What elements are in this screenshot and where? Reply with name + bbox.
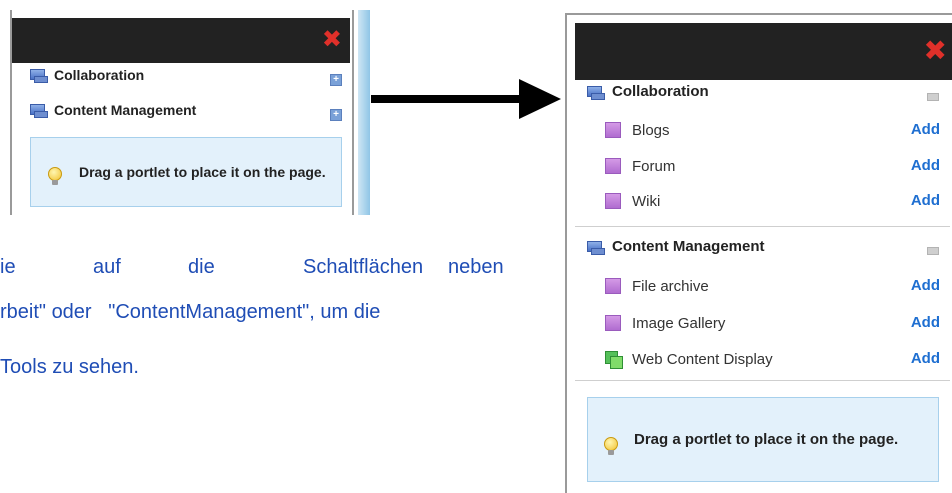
drag-hint-box: Drag a portlet to place it on the page. [587, 397, 939, 482]
paragraph-line-2: rbeit" oder "ContentManagement", um die [0, 301, 381, 323]
word: die [188, 256, 215, 278]
portlet-icon [605, 158, 621, 174]
category-collaboration[interactable]: Collaboration [30, 67, 144, 83]
portlet-label: Forum [632, 157, 676, 175]
category-collaboration[interactable]: Collaboration [587, 83, 709, 100]
portlet-icon [605, 122, 621, 138]
lightbulb-icon [48, 167, 62, 187]
section-divider [575, 226, 950, 227]
add-link[interactable]: Add [911, 121, 940, 138]
category-icon [30, 104, 48, 118]
word: ie [0, 256, 16, 278]
expand-icon[interactable]: + [330, 109, 342, 121]
portlet-icon [605, 278, 621, 294]
arrow-right-icon [371, 79, 561, 119]
category-label: Collaboration [612, 83, 709, 100]
section-divider [575, 380, 950, 381]
drag-hint-text: Drag a portlet to place it on the page. [634, 431, 899, 448]
collapse-icon[interactable] [927, 247, 939, 255]
add-link[interactable]: Add [911, 157, 940, 174]
portlet-item-forum: Forum Add [605, 154, 940, 178]
category-label: Content Management [54, 102, 197, 118]
add-link[interactable]: Add [911, 350, 940, 367]
add-link[interactable]: Add [911, 314, 940, 331]
word: Schaltflächen [303, 256, 424, 278]
category-content-management[interactable]: Content Management [30, 102, 196, 118]
expand-icon[interactable]: + [330, 74, 342, 86]
word: auf [93, 256, 121, 278]
portlet-item-wiki: Wiki Add [605, 189, 940, 213]
category-icon [30, 69, 48, 83]
small-add-panel: ✖ Collaboration + Content Management + D… [10, 10, 370, 215]
portlet-item-image-gallery: Image Gallery Add [605, 311, 940, 335]
portlet-label: Wiki [632, 192, 661, 210]
paragraph-line-1: ie auf die Schaltflächen neben [0, 255, 520, 423]
word: neben [448, 256, 504, 278]
add-link[interactable]: Add [911, 277, 940, 294]
lightbulb-icon [604, 436, 618, 457]
category-label: Collaboration [54, 67, 145, 83]
category-icon [587, 85, 605, 100]
portlet-item-web-content-display: Web Content Display Add [605, 347, 940, 371]
small-panel-titlebar: ✖ [12, 18, 350, 63]
portlet-label: Web Content Display [632, 350, 773, 368]
close-icon[interactable]: ✖ [322, 27, 342, 51]
portlet-icon [605, 315, 621, 331]
category-content-management[interactable]: Content Management [587, 238, 765, 255]
category-label: Content Management [612, 238, 765, 255]
portlet-label: Image Gallery [632, 314, 726, 332]
web-content-icon [605, 351, 623, 369]
paragraph-line-3: Tools zu sehen. [0, 356, 139, 378]
add-link[interactable]: Add [911, 192, 940, 209]
expanded-add-panel: ✖ Collaboration Blogs Add Forum Add Wiki… [565, 13, 952, 493]
portlet-label: File archive [632, 277, 709, 295]
close-icon[interactable]: ✖ [924, 37, 947, 65]
page-background-edge [358, 10, 370, 215]
drag-hint-text: Drag a portlet to place it on the page. [79, 164, 326, 180]
portlet-icon [605, 193, 621, 209]
drag-hint-box: Drag a portlet to place it on the page. [30, 137, 342, 207]
portlet-label: Blogs [632, 121, 670, 139]
big-panel-titlebar: ✖ [575, 23, 952, 80]
portlet-item-blogs: Blogs Add [605, 118, 940, 142]
collapse-icon[interactable] [927, 93, 939, 101]
portlet-item-file-archive: File archive Add [605, 274, 940, 298]
category-icon [587, 240, 605, 255]
